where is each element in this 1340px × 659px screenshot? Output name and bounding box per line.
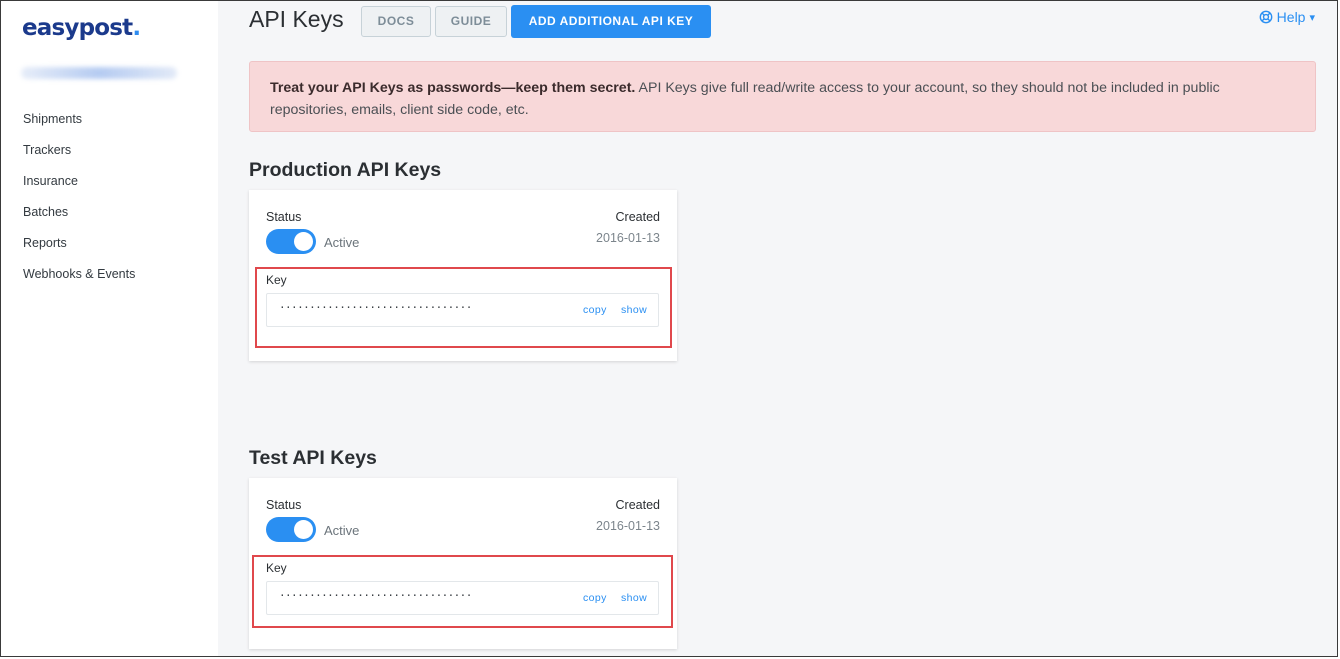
api-key-field[interactable]: ································ copy sh… — [266, 293, 659, 327]
page-title: API Keys — [249, 6, 344, 32]
key-label: Key — [266, 561, 287, 575]
sidebar-item-reports[interactable]: Reports — [23, 235, 135, 266]
test-key-card: Status Active Created 2016-01-13 Key ···… — [249, 478, 677, 649]
logo-dot: . — [132, 15, 141, 41]
created-label: Created — [615, 498, 660, 512]
test-section-title: Test API Keys — [249, 447, 377, 469]
main-content: API Keys DOCS GUIDE ADD ADDITIONAL API K… — [218, 1, 1337, 656]
created-date: 2016-01-13 — [596, 519, 660, 533]
easypost-logo[interactable]: easypost. — [22, 15, 141, 41]
add-api-key-button[interactable]: ADD ADDITIONAL API KEY — [511, 5, 711, 38]
status-toggle[interactable] — [266, 517, 316, 542]
sidebar: easypost. Shipments Trackers Insurance B… — [1, 1, 218, 656]
security-warning-alert: Treat your API Keys as passwords—keep th… — [249, 61, 1316, 132]
sidebar-nav: Shipments Trackers Insurance Batches Rep… — [23, 111, 135, 297]
help-label: Help — [1276, 9, 1306, 25]
copy-link[interactable]: copy — [583, 592, 607, 604]
account-email-redacted — [21, 67, 177, 79]
alert-strong-text: Treat your API Keys as passwords—keep th… — [270, 80, 636, 96]
lifebuoy-icon — [1259, 10, 1273, 24]
masked-key: ································ — [279, 589, 472, 602]
status-value: Active — [324, 523, 360, 538]
key-label: Key — [266, 273, 287, 287]
copy-link[interactable]: copy — [583, 304, 607, 316]
show-link[interactable]: show — [621, 304, 647, 316]
guide-button[interactable]: GUIDE — [435, 6, 507, 37]
sidebar-item-batches[interactable]: Batches — [23, 204, 135, 235]
masked-key: ································ — [279, 301, 472, 314]
api-key-field[interactable]: ································ copy sh… — [266, 581, 659, 615]
docs-button[interactable]: DOCS — [361, 6, 431, 37]
show-link[interactable]: show — [621, 592, 647, 604]
status-value: Active — [324, 235, 360, 250]
app-window: easypost. Shipments Trackers Insurance B… — [0, 0, 1338, 657]
help-menu[interactable]: Help ▾ — [1259, 9, 1315, 25]
sidebar-item-shipments[interactable]: Shipments — [23, 111, 135, 142]
status-label: Status — [266, 498, 302, 512]
production-key-card: Status Active Created 2016-01-13 Key ···… — [249, 190, 677, 361]
caret-down-icon: ▾ — [1309, 11, 1315, 24]
status-toggle[interactable] — [266, 229, 316, 254]
sidebar-item-trackers[interactable]: Trackers — [23, 142, 135, 173]
sidebar-item-insurance[interactable]: Insurance — [23, 173, 135, 204]
sidebar-item-webhooks-events[interactable]: Webhooks & Events — [23, 266, 135, 297]
created-label: Created — [615, 210, 660, 224]
logo-text: easypost — [22, 15, 133, 41]
created-date: 2016-01-13 — [596, 231, 660, 245]
status-label: Status — [266, 210, 302, 224]
production-section-title: Production API Keys — [249, 159, 442, 181]
